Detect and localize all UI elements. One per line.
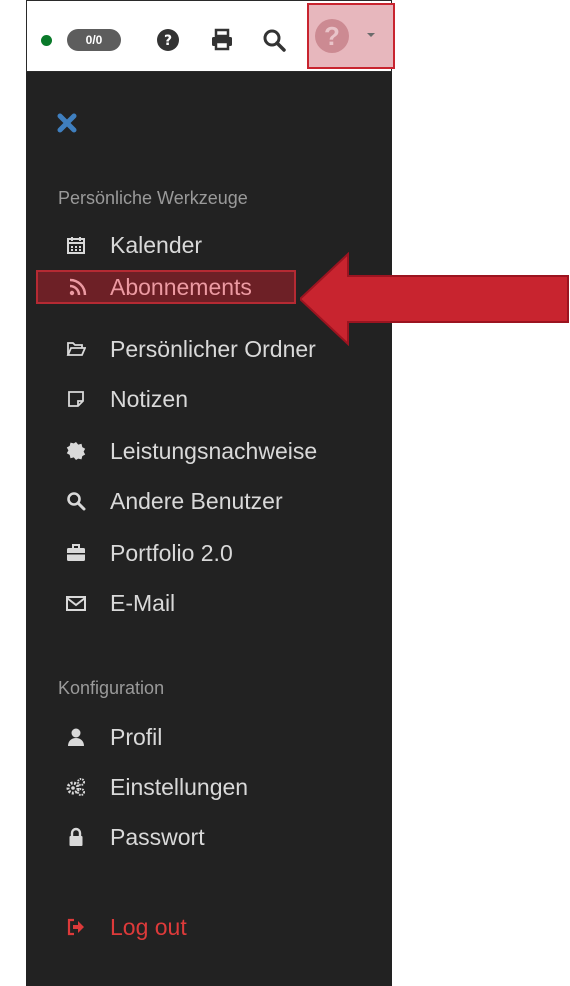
lock-icon [69,827,83,846]
menu-item-label: Leistungsnachweise [110,438,318,464]
menu-item-label: Portfolio 2.0 [110,540,233,566]
menu-item-label: Persönlicher Ordner [110,336,316,362]
gears-icon [66,778,85,796]
side-menu: Persönliche Werkzeuge Kalender Abonnemen… [26,72,392,986]
top-toolbar: 0/0 ? ? [26,0,395,72]
caret-down-icon [367,33,375,37]
search-icon[interactable] [261,27,287,53]
rss-icon [69,278,87,296]
menu-item-label: Passwort [110,824,205,850]
status-dot [41,35,52,46]
menu-item-abonnements[interactable]: Abonnements [36,270,296,304]
help-circle-icon[interactable]: ? [155,27,181,53]
menu-item-label: Abonnements [110,274,252,300]
menu-item-label: Andere Benutzer [110,488,283,514]
briefcase-icon [67,544,85,561]
envelope-icon [66,596,86,611]
menu-item-label: Notizen [110,386,188,412]
badge-icon [66,442,86,460]
calendar-icon [67,237,85,254]
menu-item-label: Kalender [110,232,203,258]
print-icon[interactable] [209,27,235,53]
help-menu-button[interactable]: ? [307,3,395,69]
menu-item-label: E-Mail [110,590,176,616]
section-title-personal-tools: Persönliche Werkzeuge [58,188,248,208]
help-circle-icon: ? [315,19,349,53]
menu-item-label: Profil [110,724,163,750]
sign-out-icon [67,918,84,936]
user-icon [68,728,84,746]
folder-open-icon [66,342,86,356]
menu-item-label: Einstellungen [110,774,249,800]
svg-text:?: ? [164,33,172,49]
logout-label: Log out [110,914,187,940]
note-icon [68,391,84,407]
annotation-arrow [300,252,569,346]
counter-badge[interactable]: 0/0 [67,29,121,51]
section-title-configuration: Konfiguration [58,678,165,698]
close-x-icon[interactable] [56,112,78,134]
search-icon [67,492,86,511]
